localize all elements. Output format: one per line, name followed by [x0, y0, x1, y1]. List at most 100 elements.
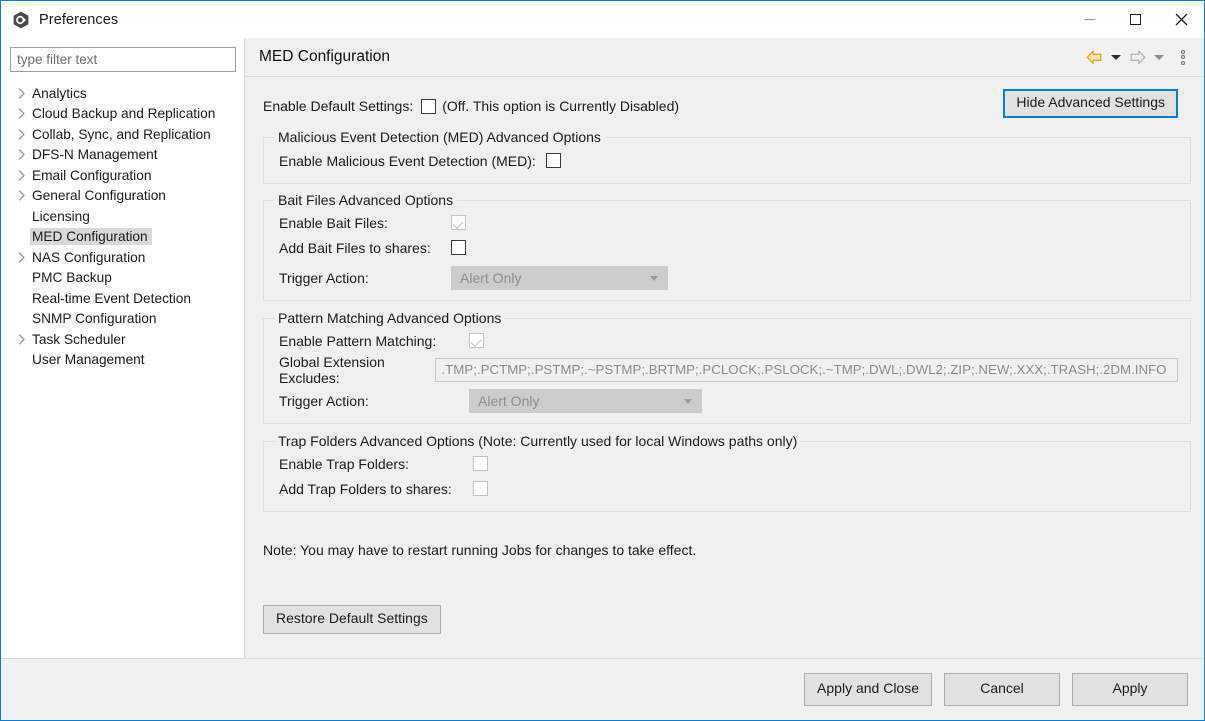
- close-icon[interactable]: [1158, 1, 1204, 38]
- sidebar-item-label: Task Scheduler: [30, 331, 130, 348]
- chevron-right-icon[interactable]: [13, 88, 30, 99]
- enable-bait-files-label: Enable Bait Files:: [279, 215, 451, 231]
- enable-trap-folders-row: Enable Trap Folders:: [279, 451, 1178, 476]
- chevron-right-icon[interactable]: [13, 170, 30, 181]
- add-bait-files-to-shares-row: Add Bait Files to shares:: [279, 235, 1178, 260]
- enable-pattern-matching-label: Enable Pattern Matching:: [279, 333, 469, 349]
- apply-button[interactable]: Apply: [1072, 673, 1188, 706]
- chevron-right-icon[interactable]: [13, 149, 30, 160]
- pattern-matching-advanced-options-group: Pattern Matching Advanced Options Enable…: [263, 318, 1191, 424]
- chevron-right-icon[interactable]: [13, 334, 30, 345]
- filter-container: [1, 47, 244, 72]
- pattern-matching-group-title: Pattern Matching Advanced Options: [275, 310, 505, 326]
- sidebar-item-general-configuration[interactable]: General Configuration: [1, 186, 244, 207]
- add-trap-folders-to-shares-row: Add Trap Folders to shares:: [279, 476, 1178, 501]
- view-menu-icon[interactable]: [1172, 50, 1192, 65]
- sidebar-item-med-configuration[interactable]: MED Configuration: [1, 227, 244, 248]
- sidebar-item-snmp-configuration[interactable]: SNMP Configuration: [1, 309, 244, 330]
- enable-bait-files-row: Enable Bait Files:: [279, 210, 1178, 235]
- enable-bait-files-checkbox: [451, 215, 466, 230]
- med-advanced-options-group: Malicious Event Detection (MED) Advanced…: [263, 137, 1191, 184]
- window-titlebar: Preferences: [1, 1, 1204, 38]
- window-title: Preferences: [39, 12, 118, 28]
- sidebar-item-label: PMC Backup: [30, 269, 116, 286]
- maximize-icon[interactable]: [1112, 1, 1158, 38]
- sidebar-item-label: Cloud Backup and Replication: [30, 105, 219, 122]
- add-trap-folders-to-shares-label: Add Trap Folders to shares:: [279, 481, 473, 497]
- trap-folders-advanced-options-group: Trap Folders Advanced Options (Note: Cur…: [263, 441, 1191, 512]
- apply-and-close-button[interactable]: Apply and Close: [804, 673, 932, 706]
- sidebar-item-label: Collab, Sync, and Replication: [30, 126, 215, 143]
- enable-med-checkbox[interactable]: [546, 153, 561, 168]
- sidebar-item-user-management[interactable]: User Management: [1, 350, 244, 371]
- sidebar-item-label: General Configuration: [30, 187, 170, 204]
- chevron-right-icon[interactable]: [13, 108, 30, 119]
- pane-header: MED Configuration: [245, 38, 1204, 77]
- filter-input[interactable]: [10, 47, 236, 72]
- enable-default-settings-hint: (Off. This option is Currently Disabled): [442, 98, 679, 114]
- back-history-chevron-down-icon[interactable]: [1111, 55, 1121, 60]
- enable-med-label: Enable Malicious Event Detection (MED):: [279, 153, 536, 169]
- sidebar-item-nas-configuration[interactable]: NAS Configuration: [1, 247, 244, 268]
- sidebar-item-task-scheduler[interactable]: Task Scheduler: [1, 329, 244, 350]
- sidebar-item-label: Real-time Event Detection: [30, 290, 195, 307]
- forward-history-chevron-down-icon[interactable]: [1154, 55, 1164, 60]
- enable-pattern-matching-row: Enable Pattern Matching:: [279, 328, 1178, 353]
- bait-trigger-action-select[interactable]: Alert Only: [451, 266, 668, 290]
- sidebar-item-label: Licensing: [30, 208, 94, 225]
- sidebar-item-label: NAS Configuration: [30, 249, 149, 266]
- bait-trigger-action-select-wrap: Alert Only: [451, 266, 668, 290]
- sidebar-item-label: MED Configuration: [30, 228, 152, 245]
- chevron-right-icon[interactable]: [13, 129, 30, 140]
- add-bait-files-to-shares-checkbox[interactable]: [451, 240, 466, 255]
- add-trap-folders-to-shares-checkbox[interactable]: [473, 481, 488, 496]
- bait-trigger-action-row: Trigger Action: Alert Only: [279, 265, 1178, 290]
- sidebar-item-pmc-backup[interactable]: PMC Backup: [1, 268, 244, 289]
- sidebar-item-email-configuration[interactable]: Email Configuration: [1, 165, 244, 186]
- sidebar-item-licensing[interactable]: Licensing: [1, 206, 244, 227]
- hide-advanced-settings-button[interactable]: Hide Advanced Settings: [1003, 89, 1178, 118]
- cancel-button[interactable]: Cancel: [944, 673, 1060, 706]
- trap-folders-group-title: Trap Folders Advanced Options (Note: Cur…: [275, 433, 801, 449]
- sidebar-item-real-time-event-detection[interactable]: Real-time Event Detection: [1, 288, 244, 309]
- restore-default-settings-button[interactable]: Restore Default Settings: [263, 605, 441, 634]
- bait-trigger-action-label: Trigger Action:: [279, 270, 451, 286]
- sidebar-item-label: Analytics: [30, 85, 91, 102]
- back-arrow-icon[interactable]: [1086, 46, 1103, 68]
- preferences-tree: Analytics Cloud Backup and Replication Col…: [1, 83, 244, 370]
- hexagon-lens-icon: [12, 11, 30, 29]
- enable-med-row: Enable Malicious Event Detection (MED):: [279, 148, 1178, 173]
- sidebar-item-cloud-backup-and-replication[interactable]: Cloud Backup and Replication: [1, 104, 244, 125]
- sidebar-item-label: User Management: [30, 351, 149, 368]
- window-controls: [1066, 1, 1204, 38]
- enable-default-settings-label: Enable Default Settings:: [263, 98, 413, 114]
- pattern-trigger-action-select-wrap: Alert Only: [469, 389, 702, 413]
- pattern-trigger-action-select[interactable]: Alert Only: [469, 389, 702, 413]
- bait-files-group-title: Bait Files Advanced Options: [275, 192, 457, 208]
- enable-trap-folders-checkbox[interactable]: [473, 456, 488, 471]
- sidebar-item-label: SNMP Configuration: [30, 310, 161, 327]
- global-extension-excludes-label: Global Extension Excludes:: [279, 354, 435, 386]
- forward-arrow-icon: [1129, 46, 1146, 68]
- med-group-title: Malicious Event Detection (MED) Advanced…: [275, 129, 605, 145]
- preferences-window: Preferences Analytics Cloud Backup and Re…: [0, 0, 1205, 721]
- pattern-trigger-action-row: Trigger Action: Alert Only: [279, 388, 1178, 413]
- sidebar-item-label: Email Configuration: [30, 167, 155, 184]
- pane-body: Enable Default Settings: (Off. This opti…: [245, 77, 1204, 658]
- enable-pattern-matching-checkbox: [469, 333, 484, 348]
- global-extension-excludes-input[interactable]: .TMP;.PCTMP;.PSTMP;.~PSTMP;.BRTMP;.PCLOC…: [435, 358, 1178, 382]
- dialog-content: Analytics Cloud Backup and Replication Col…: [1, 38, 1204, 658]
- chevron-right-icon[interactable]: [13, 190, 30, 201]
- preferences-sidebar: Analytics Cloud Backup and Replication Col…: [1, 38, 245, 658]
- sidebar-item-collab-sync-and-replication[interactable]: Collab, Sync, and Replication: [1, 124, 244, 145]
- pattern-trigger-action-label: Trigger Action:: [279, 393, 469, 409]
- chevron-right-icon[interactable]: [13, 252, 30, 263]
- pane-toolbar: [1086, 46, 1192, 68]
- restart-jobs-note: Note: You may have to restart running Jo…: [263, 542, 1191, 558]
- preferences-pane: MED Configuration: [245, 38, 1204, 658]
- sidebar-item-analytics[interactable]: Analytics: [1, 83, 244, 104]
- enable-default-settings-checkbox[interactable]: [421, 99, 436, 114]
- global-extension-excludes-row: Global Extension Excludes: .TMP;.PCTMP;.…: [279, 357, 1178, 382]
- sidebar-item-dfs-n-management[interactable]: DFS-N Management: [1, 145, 244, 166]
- minimize-icon[interactable]: [1066, 1, 1112, 38]
